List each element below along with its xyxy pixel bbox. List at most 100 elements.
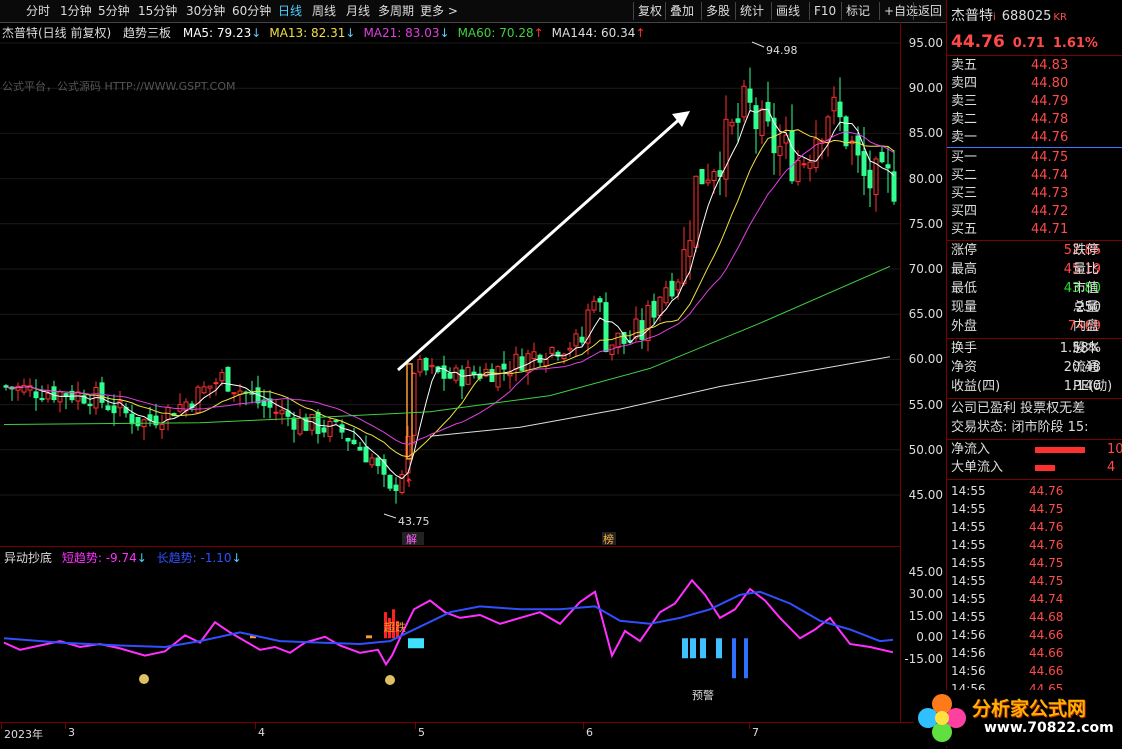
- price-tick: 60.00: [908, 352, 943, 367]
- date-tick: [415, 723, 416, 729]
- site-logo: 分析家公式网 www.70822.com: [914, 690, 1120, 746]
- period-tab-7[interactable]: 周线: [312, 3, 336, 19]
- candle: [159, 423, 165, 431]
- period-tab-6[interactable]: 日线: [278, 3, 302, 19]
- candle: [603, 302, 609, 352]
- period-tab-1[interactable]: 1分钟: [60, 3, 92, 19]
- candle: [687, 240, 693, 257]
- indicator-tick: 15.00: [908, 608, 943, 623]
- candle: [501, 363, 507, 370]
- date-tick: [255, 723, 256, 729]
- stat-row: 最高 45.19 量比: [951, 261, 1122, 279]
- stat2-row: 换手 1.58% 股本: [951, 340, 1122, 358]
- candle: [777, 145, 783, 156]
- divider: [947, 338, 1122, 339]
- long-trend-line: [3, 590, 894, 649]
- signal-bar: [366, 635, 372, 639]
- kline-chart-area[interactable]: 94.98 43.75 ↑ 解 榜 杰普特(日线 前复权) 趋势三板 MA5: 79.2…: [0, 22, 900, 546]
- candle: [789, 130, 795, 182]
- money-bag-icon: [385, 675, 395, 685]
- toolbar-button-5[interactable]: F10: [814, 3, 836, 19]
- stat-label: 最低: [951, 281, 978, 296]
- period-tab-5[interactable]: 60分钟: [232, 3, 271, 19]
- buy-arrow-icon: ↑: [404, 476, 414, 490]
- sub-indicator-title[interactable]: 异动抄底: [4, 551, 52, 565]
- toolbar-button-0[interactable]: 复权: [638, 3, 662, 19]
- candle: [729, 121, 735, 127]
- candle: [441, 365, 447, 379]
- ma-arrow-0: ↓: [251, 26, 262, 40]
- signal-bar: [682, 638, 688, 659]
- period-tab-4[interactable]: 30分钟: [186, 3, 225, 19]
- indicator-tick: 30.00: [908, 586, 943, 601]
- jie-mark[interactable]: 解: [406, 532, 417, 546]
- signal-bar: [716, 638, 722, 659]
- buy-price: 44.71: [1031, 222, 1069, 237]
- candle: [225, 366, 231, 392]
- candle: [177, 404, 183, 412]
- sell-row: 卖二 44.78: [951, 111, 1121, 129]
- candle: [429, 364, 435, 368]
- price-row: 44.76 0.71 1.61%: [951, 33, 1106, 51]
- tick-price: 44.76: [1029, 538, 1064, 552]
- candle: [675, 281, 681, 291]
- notice-line-1: 公司已盈利 投票权无差: [951, 401, 1086, 416]
- candle: [699, 168, 705, 185]
- candle: [705, 179, 711, 184]
- stat-label: 涨停: [951, 243, 978, 258]
- tick-time: 14:56: [951, 664, 986, 678]
- net-inflow-bar: [1035, 447, 1085, 453]
- candle: [489, 369, 495, 383]
- period-tab-2[interactable]: 5分钟: [98, 3, 130, 19]
- price-change: 0.71: [1012, 36, 1045, 51]
- candle: [741, 85, 747, 118]
- quote-panel: 杰普特i 688025 KR 44.76 0.71 1.61% 卖五 44.83 卖四 44.80…: [946, 0, 1122, 748]
- candle: [279, 409, 285, 415]
- stock-label: 杰普特(日线 前复权): [2, 26, 112, 40]
- sell-price: 44.83: [1031, 58, 1069, 73]
- price-change-pct: 1.61%: [1052, 36, 1098, 51]
- stat2-row: 净资 20.48 流通: [951, 359, 1122, 377]
- logo-url: www.70822.com: [984, 720, 1114, 736]
- toolbar-button-1[interactable]: 叠加: [670, 3, 694, 19]
- candle: [867, 169, 873, 189]
- toolbar-button-8[interactable]: 返回: [918, 3, 942, 19]
- candle: [657, 296, 663, 316]
- period-tab-3[interactable]: 15分钟: [138, 3, 177, 19]
- toolbar-separator: [735, 2, 736, 20]
- period-tab-0[interactable]: 分时: [26, 3, 50, 19]
- indicator-label[interactable]: 趋势三板: [123, 26, 171, 40]
- candle: [753, 105, 759, 130]
- period-tab-9[interactable]: 多周期: [378, 3, 414, 19]
- big-inflow-row: 大单流入 4: [951, 459, 1122, 477]
- price-axis: 95.00 90.00 85.00 80.00 75.00 70.00 65.00 60.00…: [900, 22, 947, 722]
- toolbar-button-2[interactable]: 多股: [706, 3, 730, 19]
- bang-mark[interactable]: 榜: [603, 532, 614, 546]
- tick-row: 14:55 44.75: [951, 500, 1122, 518]
- toolbar-button-4[interactable]: 画线: [776, 3, 800, 19]
- toolbar-button-6[interactable]: 标记: [846, 3, 870, 19]
- buy-price: 44.72: [1031, 204, 1069, 219]
- price-tick: 55.00: [908, 397, 943, 412]
- candle: [387, 474, 393, 489]
- period-tab-8[interactable]: 月线: [346, 3, 370, 19]
- candle: [645, 304, 651, 342]
- sell-label: 卖四: [951, 76, 978, 91]
- date-label: 7: [752, 726, 759, 739]
- tick-row: 14:56 44.66: [951, 662, 1122, 680]
- indicator-chart-area[interactable]: 超跌 预警 异动抄底 短趋势: -9.74↓ 长趋势: -1.10↓: [0, 546, 900, 723]
- buy-row: 买五 44.71: [951, 221, 1121, 239]
- short-trend-label: 短趋势: -9.74: [61, 551, 137, 565]
- sell-row: 卖四 44.80: [951, 75, 1121, 93]
- ma-legend-2: MA21: 83.03: [363, 26, 440, 40]
- tick-time: 14:55: [951, 484, 986, 498]
- candle: [591, 300, 597, 311]
- tick-price: 44.66: [1029, 646, 1064, 660]
- toolbar-separator: [841, 2, 842, 20]
- sell-price: 44.76: [1031, 130, 1069, 145]
- candle: [825, 116, 831, 141]
- period-tab-10[interactable]: 更多 >: [420, 3, 458, 19]
- date-tick: [65, 723, 66, 729]
- toolbar-button-3[interactable]: 统计: [740, 3, 764, 19]
- tick-price: 44.75: [1029, 502, 1064, 516]
